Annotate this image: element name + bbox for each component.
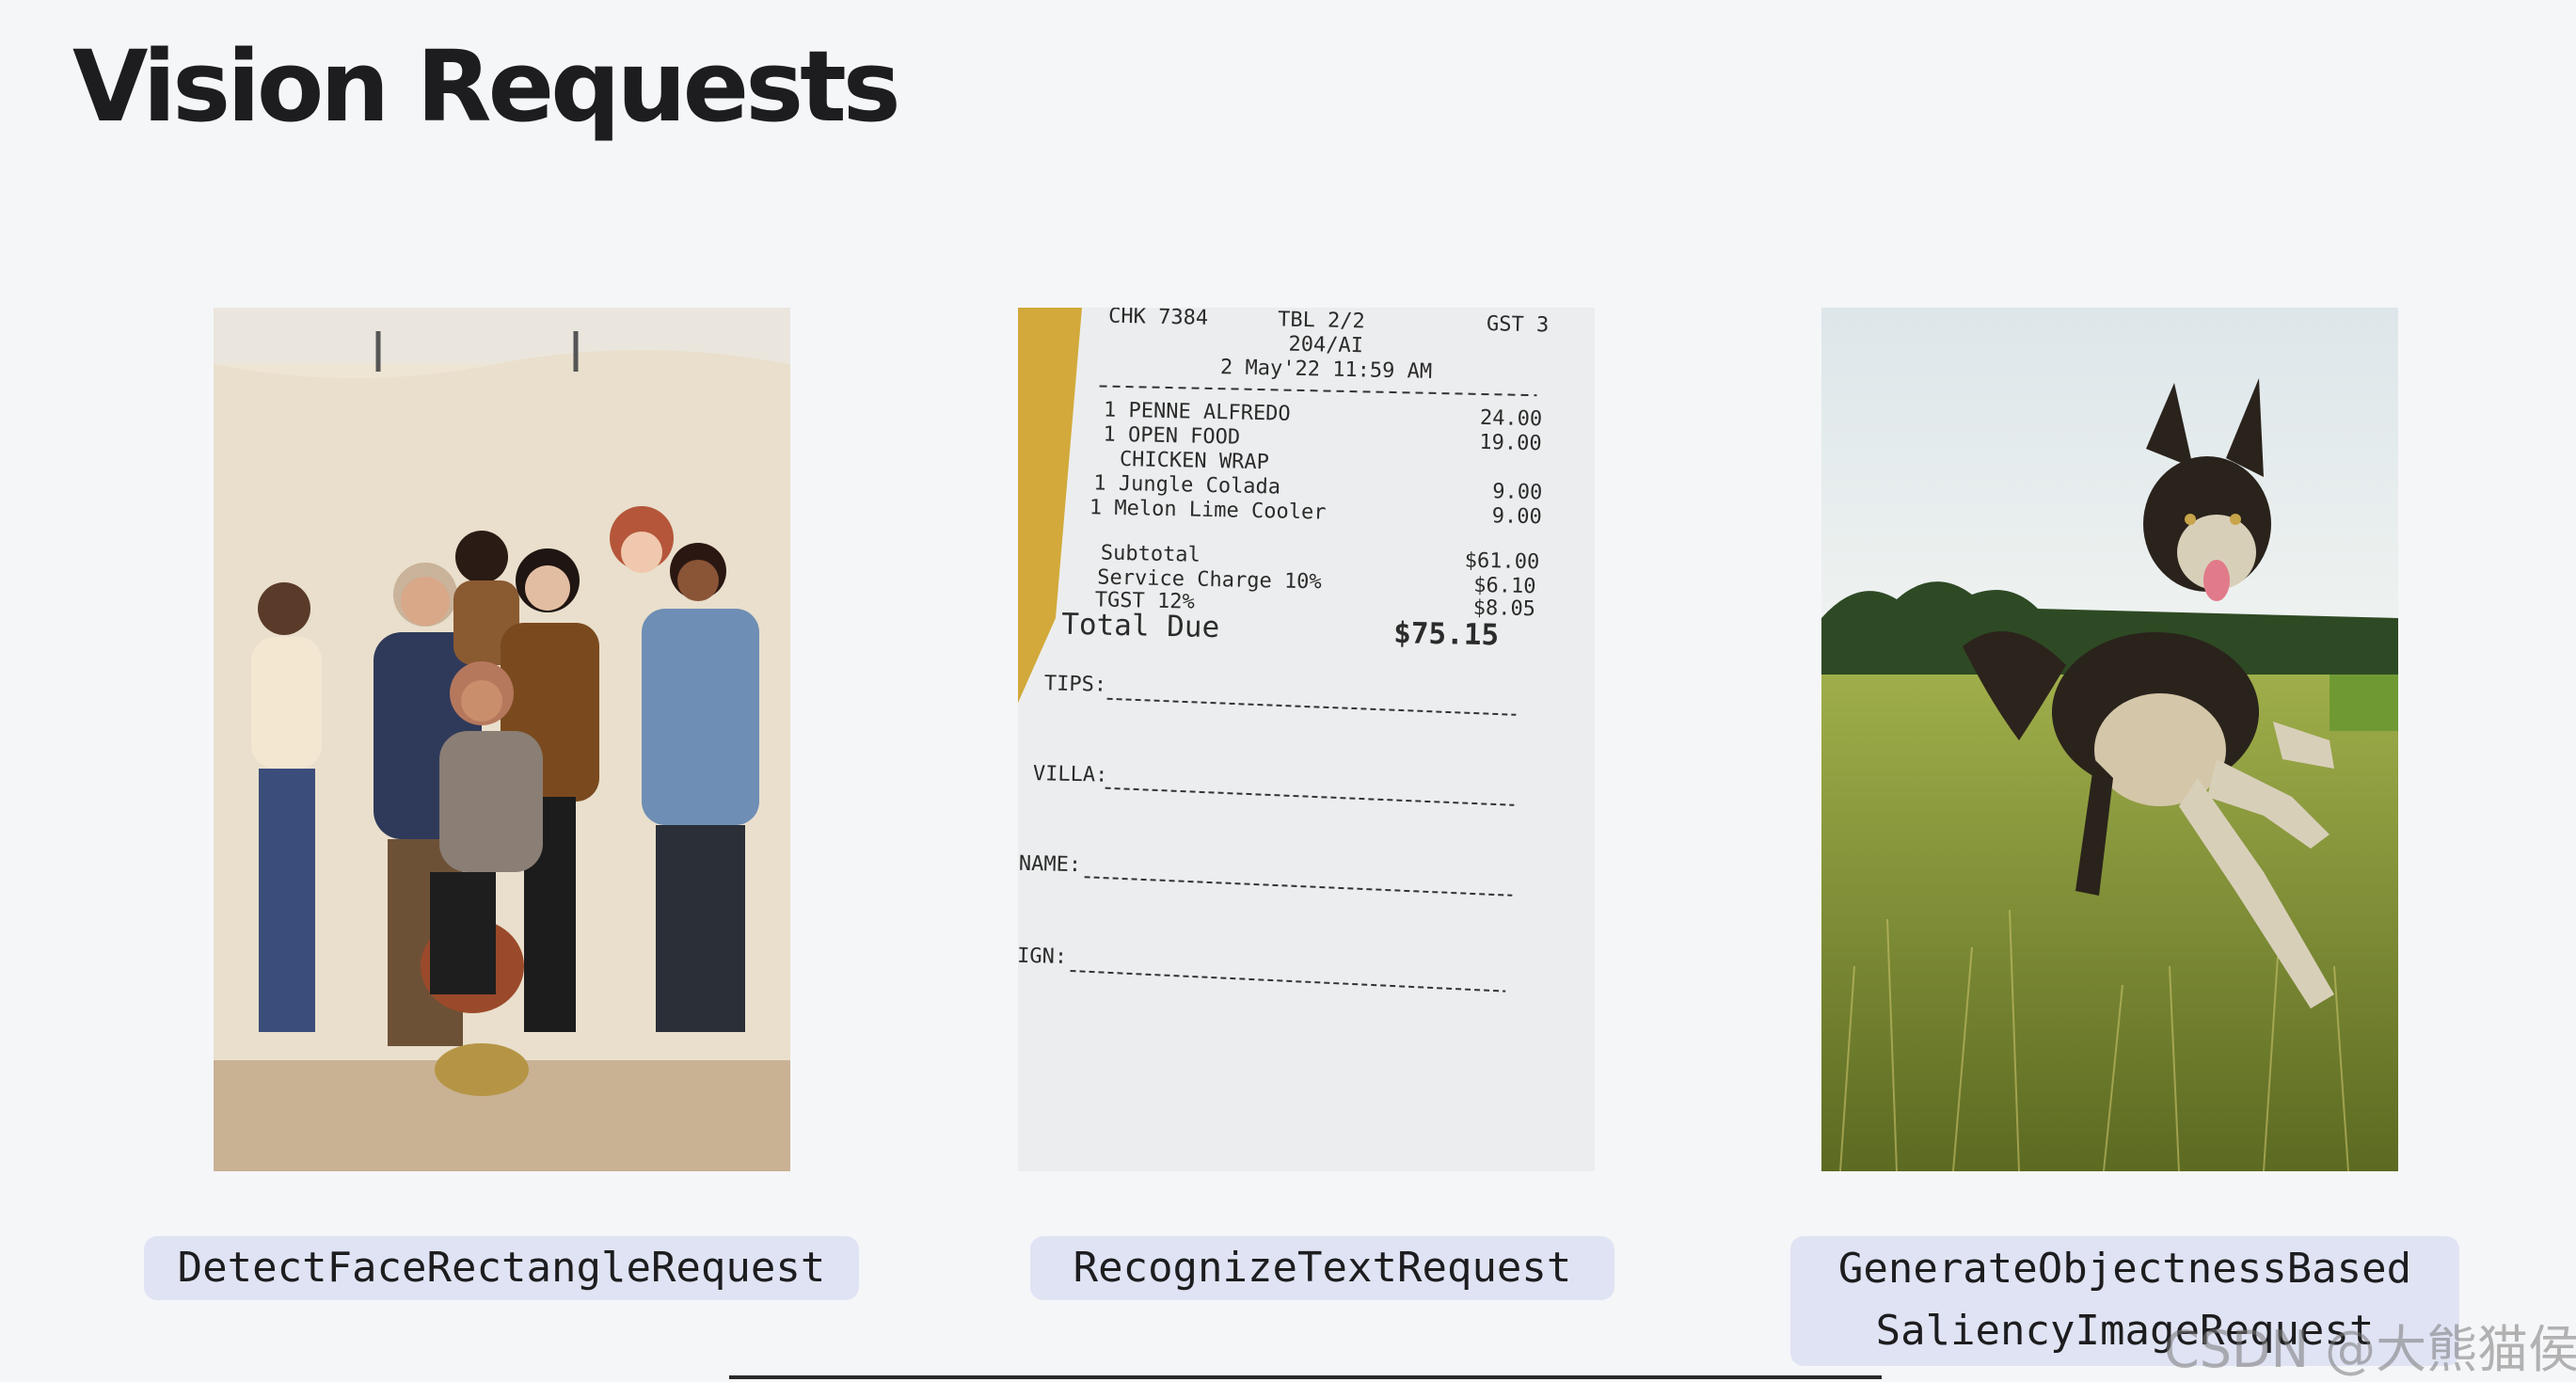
detect-face-rectangle-request-label: DetectFaceRectangleRequest <box>144 1236 859 1300</box>
receipt-item-name: 1 OPEN FOOD <box>1103 423 1240 450</box>
receipt-item-price: 24.00 <box>1480 406 1543 431</box>
receipt-header-left: CHK 7384 <box>1108 308 1208 330</box>
receipt-name-label: NAME: <box>1019 852 1082 877</box>
receipt-item-name: 1 PENNE ALFREDO <box>1104 399 1291 426</box>
receipt-sign-label: SIGN: <box>1018 944 1067 968</box>
slide-title: Vision Requests <box>72 29 901 144</box>
receipt-item-name: CHICKEN WRAP <box>1120 448 1269 474</box>
receipt-tips-label: TIPS: <box>1044 672 1107 696</box>
receipt-datetime: 2 May'22 11:59 AM <box>1220 356 1433 384</box>
receipt-service: $6.10 <box>1473 574 1536 598</box>
receipt-item-price: 19.00 <box>1479 431 1542 455</box>
receipt-total: $75.15 <box>1393 616 1500 652</box>
receipt-photo: CHK 7384 TBL 2/2 GST 3 204/AI 2 May'22 1… <box>1018 308 1595 1171</box>
receipt-villa-label: VILLA: <box>1033 762 1108 787</box>
receipt-item-name: 1 Melon Lime Cooler <box>1089 496 1327 524</box>
dog-running-photo <box>1821 308 2398 1171</box>
receipt-item-price: 9.00 <box>1492 480 1542 504</box>
receipt-header-code: 204/AI <box>1288 333 1363 358</box>
watermark-text: CSDN @大熊猫侯佩 <box>2164 1320 2576 1379</box>
receipt-item-name: 1 Jungle Colada <box>1093 471 1280 499</box>
receipt-item-price: 9.00 <box>1492 504 1542 529</box>
label-line-1: GenerateObjectnessBased <box>1837 1245 2412 1293</box>
receipt-subtotal: $61.00 <box>1465 549 1540 575</box>
group-portrait-photo <box>214 308 790 1171</box>
recognize-text-request-label: RecognizeTextRequest <box>1030 1236 1614 1300</box>
receipt-total-label: Total Due <box>1061 608 1220 645</box>
video-progress-line <box>729 1375 1882 1379</box>
receipt-subtotal-label: Subtotal <box>1101 542 1201 567</box>
receipt-header-right: GST 3 <box>1487 312 1550 337</box>
receipt-header-mid: TBL 2/2 <box>1278 308 1365 333</box>
